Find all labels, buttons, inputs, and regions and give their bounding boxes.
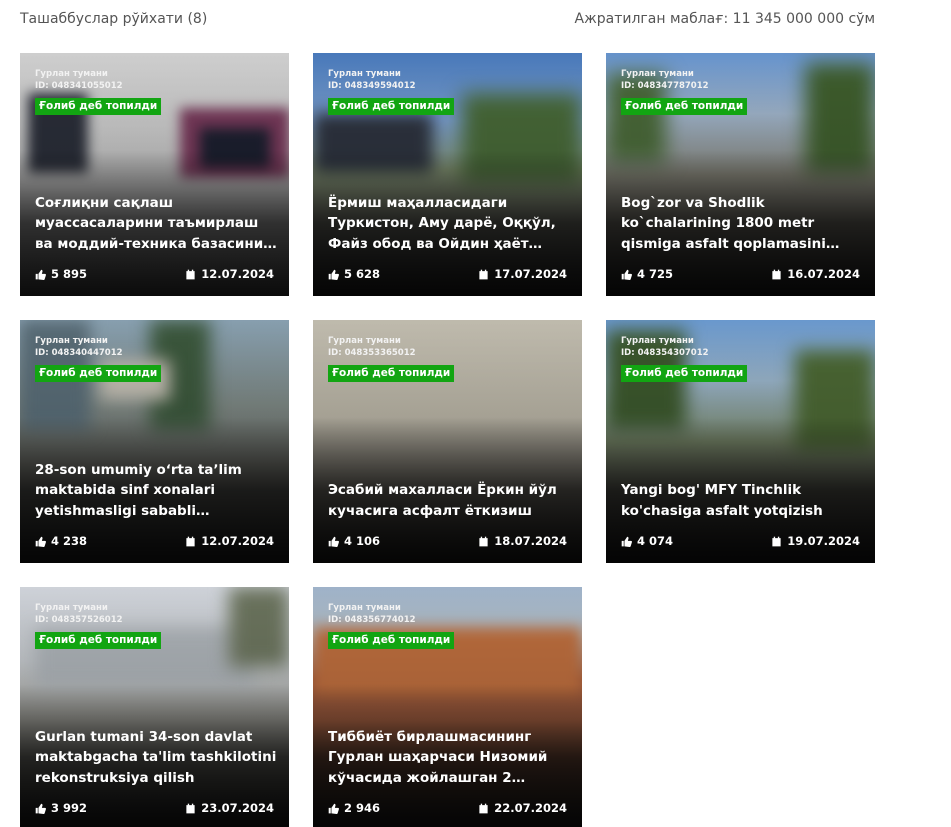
date-text: 17.07.2024 bbox=[494, 267, 567, 281]
card-title[interactable]: Ёрмиш маҳалласидаги Туркистон, Аму дарё,… bbox=[328, 193, 570, 255]
card-id: ID: 048341055012 bbox=[35, 81, 123, 91]
card-title[interactable]: Bog`zor va Shodlik ko`chalarining 1800 m… bbox=[621, 193, 863, 255]
card-likes: 2 946 bbox=[328, 801, 380, 815]
card-title[interactable]: Эсабий махалласи Ёркин йўл кучасига асфа… bbox=[328, 480, 570, 521]
card-district: Гурлан тумани bbox=[35, 69, 108, 79]
card-title[interactable]: Тиббиёт бирлашмасининг Гурлан шаҳарчаси … bbox=[328, 727, 570, 789]
initiative-card[interactable]: Гурлан тумани ID: 048347787012 Ғолиб деб… bbox=[606, 53, 875, 296]
card-id: ID: 048349594012 bbox=[328, 81, 416, 91]
card-id: ID: 048347787012 bbox=[621, 81, 709, 91]
winner-badge: Ғолиб деб топилди bbox=[328, 98, 455, 115]
card-date: 22.07.2024 bbox=[478, 801, 567, 815]
winner-badge: Ғолиб деб топилди bbox=[35, 365, 162, 382]
card-date: 23.07.2024 bbox=[185, 801, 274, 815]
card-likes: 5 628 bbox=[328, 267, 380, 281]
date-text: 18.07.2024 bbox=[494, 534, 567, 548]
initiative-card[interactable]: Гурлан тумани ID: 048354307012 Ғолиб деб… bbox=[606, 320, 875, 563]
thumbs-up-icon bbox=[328, 536, 339, 547]
allocated-budget: Ажратилган маблағ: 11 345 000 000 сўм bbox=[574, 11, 875, 27]
card-district: Гурлан тумани bbox=[35, 603, 108, 613]
initiative-card[interactable]: Гурлан тумани ID: 048341055012 Ғолиб деб… bbox=[20, 53, 289, 296]
card-likes: 3 992 bbox=[35, 801, 87, 815]
calendar-icon bbox=[478, 803, 489, 814]
likes-count: 2 946 bbox=[344, 801, 381, 815]
date-text: 12.07.2024 bbox=[201, 267, 274, 281]
card-likes: 4 106 bbox=[328, 534, 380, 548]
initiative-card[interactable]: Гурлан тумани ID: 048353365012 Ғолиб деб… bbox=[313, 320, 582, 563]
date-text: 23.07.2024 bbox=[201, 801, 274, 815]
initiatives-list-title: Ташаббуслар рўйхати (8) bbox=[20, 11, 208, 27]
initiative-card[interactable]: Гурлан тумани ID: 048349594012 Ғолиб деб… bbox=[313, 53, 582, 296]
initiative-card[interactable]: Гурлан тумани ID: 048340447012 Ғолиб деб… bbox=[20, 320, 289, 563]
card-date: 12.07.2024 bbox=[185, 267, 274, 281]
calendar-icon bbox=[771, 536, 782, 547]
thumbs-up-icon bbox=[328, 269, 339, 280]
likes-count: 4 106 bbox=[344, 534, 381, 548]
winner-badge: Ғолиб деб топилди bbox=[328, 632, 455, 649]
card-likes: 4 074 bbox=[621, 534, 673, 548]
card-id: ID: 048353365012 bbox=[328, 348, 416, 358]
card-district: Гурлан тумани bbox=[328, 69, 401, 79]
list-header: Ташаббуслар рўйхати (8) Ажратилган мабла… bbox=[20, 11, 875, 31]
card-id: ID: 048357526012 bbox=[35, 615, 123, 625]
card-date: 18.07.2024 bbox=[478, 534, 567, 548]
calendar-icon bbox=[185, 269, 196, 280]
card-id: ID: 048354307012 bbox=[621, 348, 709, 358]
card-date: 17.07.2024 bbox=[478, 267, 567, 281]
card-date: 12.07.2024 bbox=[185, 534, 274, 548]
calendar-icon bbox=[478, 269, 489, 280]
winner-badge: Ғолиб деб топилди bbox=[621, 365, 748, 382]
thumbs-up-icon bbox=[621, 536, 632, 547]
thumbs-up-icon bbox=[35, 269, 46, 280]
likes-count: 3 992 bbox=[51, 801, 88, 815]
card-district: Гурлан тумани bbox=[621, 69, 694, 79]
card-likes: 4 238 bbox=[35, 534, 87, 548]
thumbs-up-icon bbox=[35, 536, 46, 547]
likes-count: 5 895 bbox=[51, 267, 88, 281]
card-date: 19.07.2024 bbox=[771, 534, 860, 548]
calendar-icon bbox=[478, 536, 489, 547]
winner-badge: Ғолиб деб топилди bbox=[35, 98, 162, 115]
card-district: Гурлан тумани bbox=[35, 336, 108, 346]
card-title[interactable]: 28-son umumiy oʻrta taʼlim maktabida sin… bbox=[35, 460, 277, 522]
winner-badge: Ғолиб деб топилди bbox=[621, 98, 748, 115]
likes-count: 4 238 bbox=[51, 534, 88, 548]
date-text: 12.07.2024 bbox=[201, 534, 274, 548]
likes-count: 4 725 bbox=[637, 267, 674, 281]
initiative-card[interactable]: Гурлан тумани ID: 048357526012 Ғолиб деб… bbox=[20, 587, 289, 827]
card-district: Гурлан тумани bbox=[621, 336, 694, 346]
date-text: 22.07.2024 bbox=[494, 801, 567, 815]
thumbs-up-icon bbox=[35, 803, 46, 814]
card-title[interactable]: Соғлиқни сақлаш муассасаларини таъмирлаш… bbox=[35, 193, 277, 255]
card-district: Гурлан тумани bbox=[328, 336, 401, 346]
winner-badge: Ғолиб деб топилди bbox=[328, 365, 455, 382]
calendar-icon bbox=[771, 269, 782, 280]
card-id: ID: 048340447012 bbox=[35, 348, 123, 358]
calendar-icon bbox=[185, 536, 196, 547]
card-likes: 5 895 bbox=[35, 267, 87, 281]
card-id: ID: 048356774012 bbox=[328, 615, 416, 625]
initiative-card[interactable]: Гурлан тумани ID: 048356774012 Ғолиб деб… bbox=[313, 587, 582, 827]
thumbs-up-icon bbox=[328, 803, 339, 814]
card-title[interactable]: Gurlan tumani 34-son davlat maktabgacha … bbox=[35, 727, 277, 789]
card-title[interactable]: Yangi bog' MFY Tinchlik ko'chasiga asfal… bbox=[621, 480, 863, 521]
likes-count: 5 628 bbox=[344, 267, 381, 281]
card-district: Гурлан тумани bbox=[328, 603, 401, 613]
likes-count: 4 074 bbox=[637, 534, 674, 548]
date-text: 16.07.2024 bbox=[787, 267, 860, 281]
winner-badge: Ғолиб деб топилди bbox=[35, 632, 162, 649]
thumbs-up-icon bbox=[621, 269, 632, 280]
card-date: 16.07.2024 bbox=[771, 267, 860, 281]
date-text: 19.07.2024 bbox=[787, 534, 860, 548]
calendar-icon bbox=[185, 803, 196, 814]
card-likes: 4 725 bbox=[621, 267, 673, 281]
